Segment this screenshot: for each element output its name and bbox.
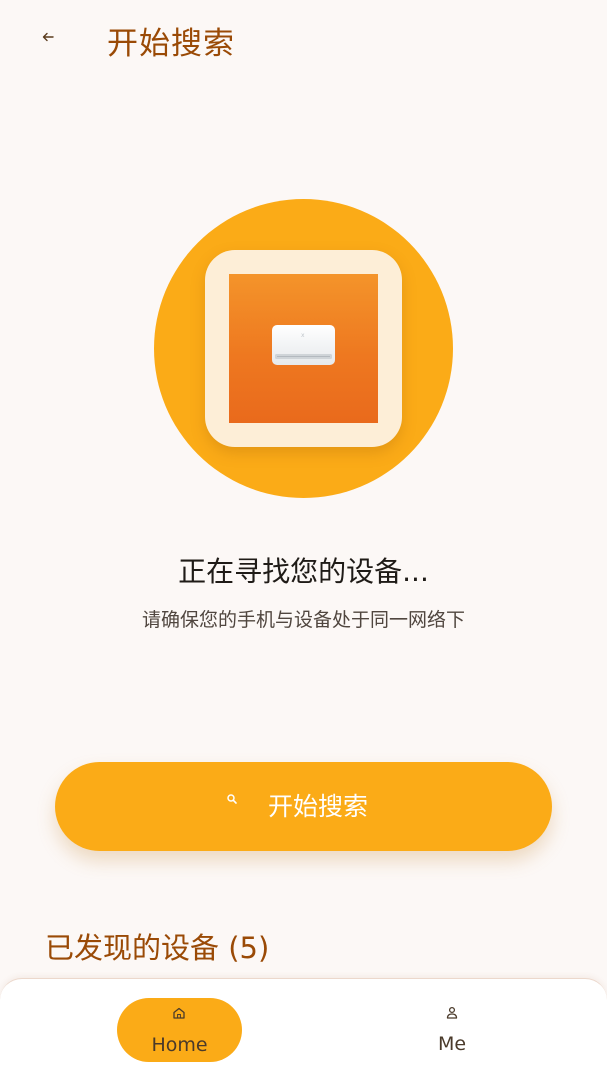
back-button[interactable] xyxy=(30,20,66,52)
nav-me-label: Me xyxy=(437,1033,467,1055)
arrow-left-icon xyxy=(42,27,54,46)
bottom-navigation: Home Me xyxy=(0,978,607,1081)
device-image: x xyxy=(229,274,378,423)
search-icon xyxy=(226,790,238,809)
person-icon xyxy=(446,1005,458,1024)
top-app-bar: 开始搜索 xyxy=(0,0,607,90)
found-devices-heading: 已发现的设备 (5) xyxy=(45,931,270,965)
searching-status-title: 正在寻找您的设备... xyxy=(178,555,429,588)
nav-item-me[interactable]: Me xyxy=(410,998,494,1062)
network-hint: 请确保您的手机与设备处于同一网络下 xyxy=(141,609,465,631)
svg-text:x: x xyxy=(301,332,305,339)
home-icon xyxy=(172,1005,186,1024)
start-search-label: 开始搜索 xyxy=(268,792,369,821)
nav-item-home[interactable]: Home xyxy=(117,998,242,1062)
air-conditioner-icon: x xyxy=(272,325,335,369)
nav-home-label: Home xyxy=(151,1034,208,1056)
page-title: 开始搜索 xyxy=(107,26,235,62)
